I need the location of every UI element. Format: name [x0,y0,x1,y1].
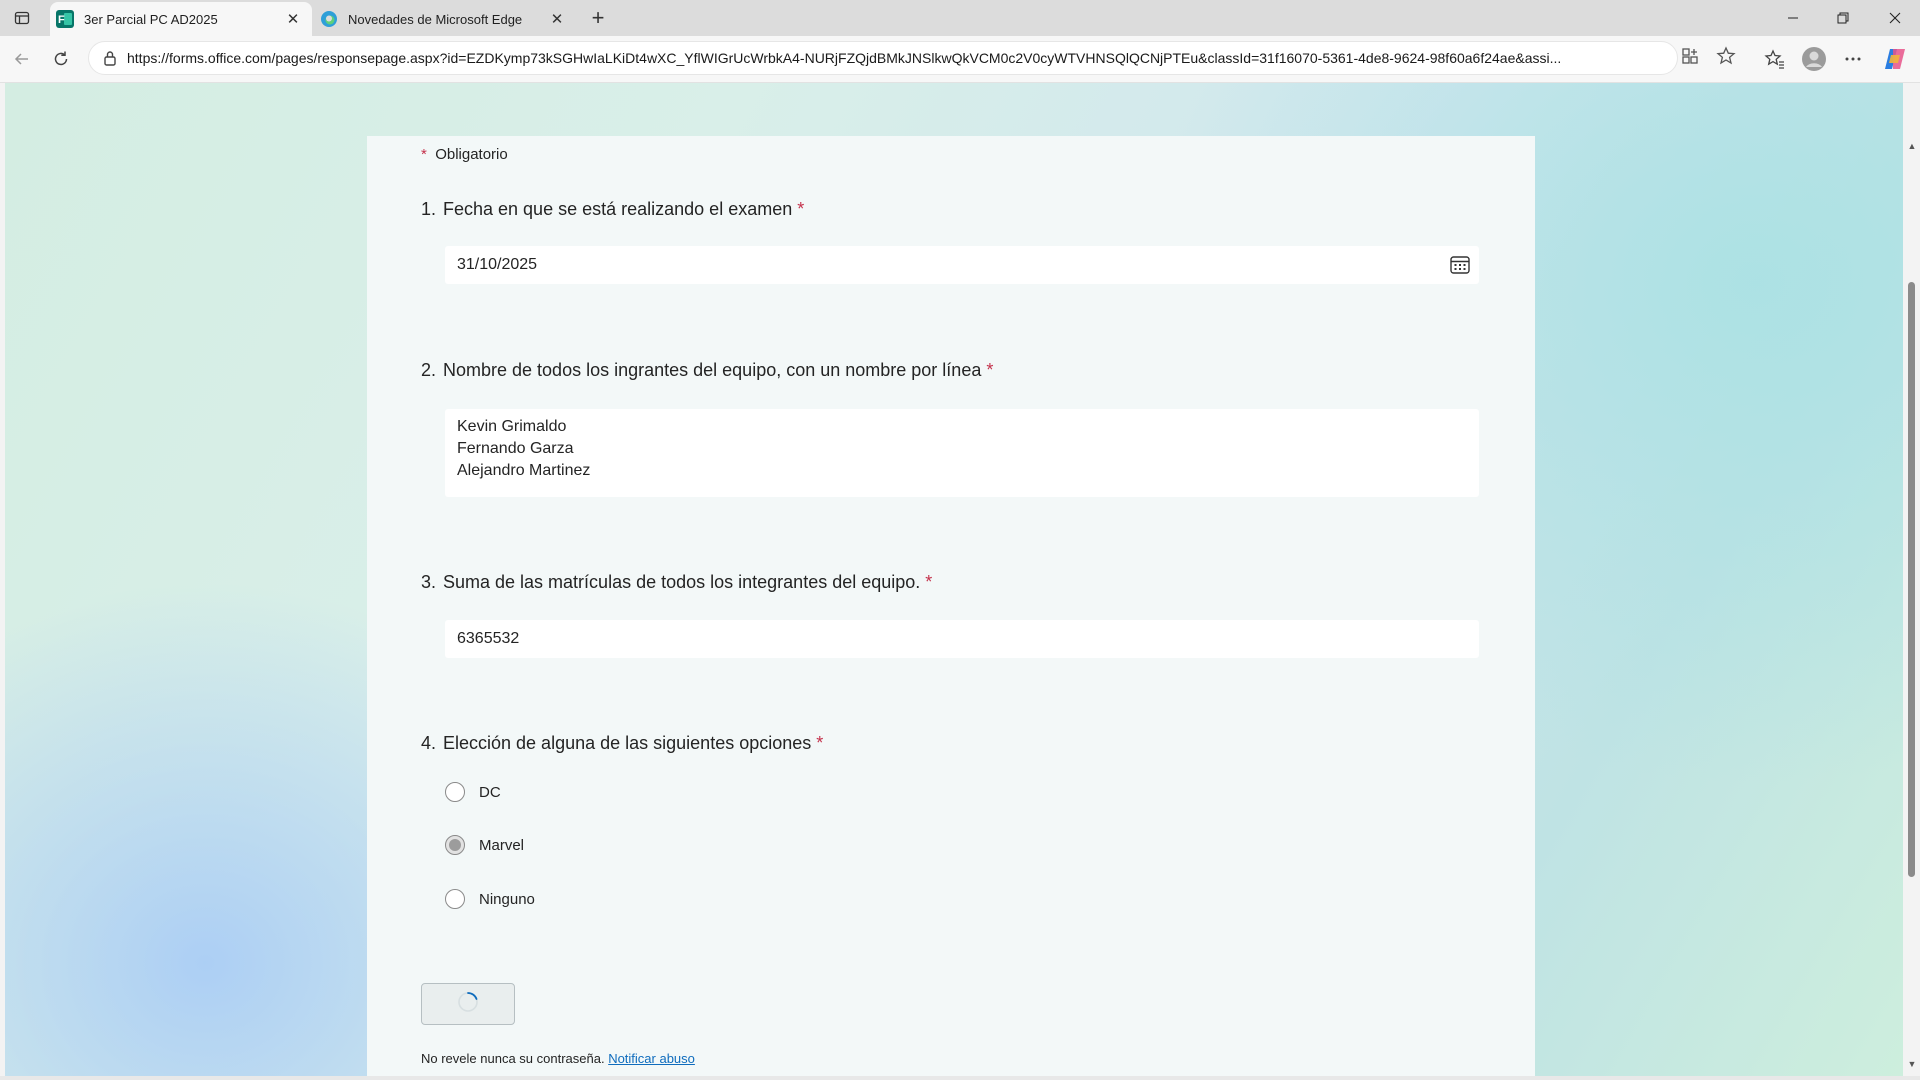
submit-button[interactable] [421,983,515,1025]
name-line: Kevin Grimaldo [457,418,567,435]
close-tab-icon[interactable]: ✕ [546,8,568,30]
radio-button[interactable] [445,889,465,909]
scroll-down-icon[interactable]: ▼ [1907,1059,1917,1069]
favorite-star-icon[interactable] [1714,44,1738,68]
option-label[interactable]: Marvel [479,837,524,854]
profile-avatar-icon[interactable] [1800,45,1828,73]
required-asterisk: * [816,733,824,753]
page-viewport: * Obligatorio 1. Fecha en que se está re… [5,83,1903,1076]
refresh-icon[interactable] [47,45,75,73]
names-textarea[interactable]: Kevin Grimaldo Fernando Garza Alejandro … [445,409,1479,497]
scroll-thumb[interactable] [1908,282,1915,877]
question-title: Nombre de todos los ingrantes del equipo… [443,360,994,380]
app-available-icon[interactable] [1678,44,1702,68]
more-options-icon[interactable] [1840,46,1866,72]
footer-text: No revele nunca su contraseña. [421,1051,605,1066]
name-line: Alejandro Martinez [457,462,591,479]
tab-title: Novedades de Microsoft Edge [348,11,523,27]
footer-note: No revele nunca su contraseña. Notificar… [421,1051,695,1066]
question-title: Elección de alguna de las siguientes opc… [443,733,824,753]
browser-toolbar: https://forms.office.com/pages/responsep… [0,36,1920,83]
date-field[interactable]: 31/10/2025 [445,246,1479,284]
required-note: * Obligatorio [421,146,508,163]
forms-icon: F [56,10,74,28]
name-line: Fernando Garza [457,440,574,457]
scroll-up-icon[interactable]: ▲ [1907,141,1917,151]
scrollbar[interactable]: ▲ ▼ [1903,137,1920,1076]
radio-button[interactable] [445,782,465,802]
address-bar[interactable]: https://forms.office.com/pages/responsep… [88,41,1678,75]
required-asterisk: * [986,360,994,380]
option-label[interactable]: Ninguno [479,891,535,908]
tab-edge-news[interactable]: Novedades de Microsoft Edge ✕ [314,2,576,36]
required-asterisk: * [421,146,427,163]
svg-text:F: F [58,14,65,26]
close-tab-icon[interactable]: ✕ [282,8,304,30]
lock-icon[interactable] [99,50,121,66]
new-tab-icon[interactable]: + [584,4,612,32]
close-window-icon[interactable] [1870,0,1920,36]
option-marvel[interactable]: Marvel [445,835,524,855]
url-text[interactable]: https://forms.office.com/pages/responsep… [127,50,1597,66]
favorites-icon[interactable] [1762,46,1788,72]
option-ninguno[interactable]: Ninguno [445,889,535,909]
back-icon[interactable] [8,45,36,73]
required-asterisk: * [797,199,805,219]
loading-spinner-icon [456,990,480,1019]
question-number: 1. [421,199,437,219]
option-label[interactable]: DC [479,784,501,801]
tab-title: 3er Parcial PC AD2025 [84,11,218,27]
sum-value[interactable]: 6365532 [457,630,519,647]
question-number: 3. [421,572,437,592]
copilot-icon[interactable] [1880,44,1910,74]
tab-actions-icon[interactable] [8,6,36,30]
question-number: 4. [421,733,437,753]
edge-icon [320,10,338,28]
window-bottom-edge [0,1076,1920,1080]
radio-button-selected[interactable] [445,835,465,855]
tab-bar: F 3er Parcial PC AD2025 ✕ Novedades de M… [0,0,1920,36]
restore-icon[interactable] [1818,0,1868,36]
sum-input[interactable]: 6365532 [445,620,1479,658]
report-abuse-link[interactable]: Notificar abuso [608,1051,695,1066]
question-title: Suma de las matrículas de todos los inte… [443,572,933,592]
tab-forms[interactable]: F 3er Parcial PC AD2025 ✕ [50,2,312,36]
question-title: Fecha en que se está realizando el exame… [443,199,805,219]
option-dc[interactable]: DC [445,782,501,802]
date-value[interactable]: 31/10/2025 [457,256,537,273]
calendar-icon[interactable] [1449,254,1471,276]
required-note-text: Obligatorio [435,146,508,163]
minimize-icon[interactable] [1768,0,1818,36]
question-number: 2. [421,360,437,380]
form-card: * Obligatorio 1. Fecha en que se está re… [367,136,1535,1076]
required-asterisk: * [925,572,933,592]
